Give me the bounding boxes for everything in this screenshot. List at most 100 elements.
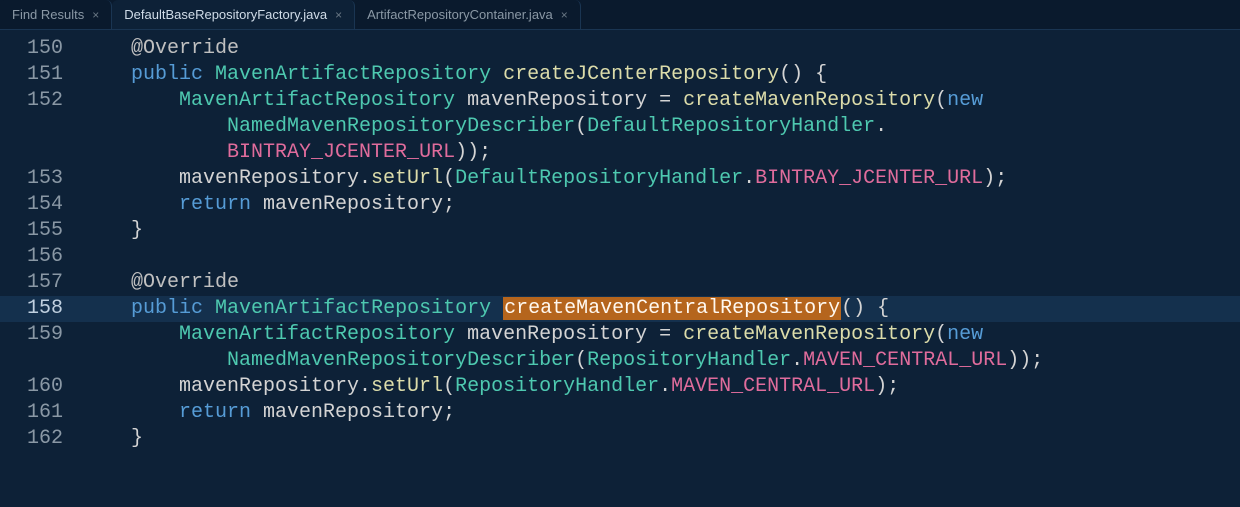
line-number: 152 bbox=[0, 88, 75, 114]
code-token: public bbox=[131, 297, 203, 320]
code-token: setUrl bbox=[371, 167, 443, 190]
code-token: ( bbox=[575, 115, 587, 138]
code-line[interactable]: NamedMavenRepositoryDescriber(Repository… bbox=[75, 348, 1240, 374]
line-number bbox=[0, 114, 75, 140]
code-token: ( bbox=[935, 323, 947, 346]
code-line[interactable]: return mavenRepository; bbox=[75, 192, 1240, 218]
code-token: . bbox=[743, 167, 755, 190]
code-token: RepositoryHandler bbox=[455, 375, 659, 398]
code-token bbox=[83, 37, 131, 60]
code-line[interactable]: mavenRepository.setUrl(RepositoryHandler… bbox=[75, 374, 1240, 400]
tab-label: ArtifactRepositoryContainer.java bbox=[367, 7, 553, 22]
code-token bbox=[83, 193, 179, 216]
code-line[interactable]: MavenArtifactRepository mavenRepository … bbox=[75, 88, 1240, 114]
code-token: return bbox=[179, 193, 251, 216]
line-number: 160 bbox=[0, 374, 75, 400]
code-token: public bbox=[131, 63, 203, 86]
code-token: BINTRAY_JCENTER_URL bbox=[755, 167, 983, 190]
line-number-gutter: 150151152153154155156157158159160161162 bbox=[0, 30, 75, 507]
code-token: ( bbox=[935, 89, 947, 112]
code-token: MAVEN_CENTRAL_URL bbox=[671, 375, 875, 398]
code-token bbox=[83, 401, 179, 424]
code-token bbox=[83, 89, 179, 112]
code-token: @Override bbox=[131, 37, 239, 60]
code-token: createMavenRepository bbox=[683, 323, 935, 346]
code-token: ); bbox=[875, 375, 899, 398]
code-token: ( bbox=[575, 349, 587, 372]
line-number: 161 bbox=[0, 400, 75, 426]
code-token bbox=[83, 63, 131, 86]
code-token: MAVEN_CENTRAL_URL bbox=[803, 349, 1007, 372]
code-token: mavenRepository = bbox=[455, 89, 683, 112]
line-number: 156 bbox=[0, 244, 75, 270]
code-line[interactable]: public MavenArtifactRepository createJCe… bbox=[75, 62, 1240, 88]
code-token: )); bbox=[455, 141, 491, 164]
code-token: mavenRepository; bbox=[251, 401, 455, 424]
line-number bbox=[0, 348, 75, 374]
code-token bbox=[83, 115, 227, 138]
code-token: DefaultRepositoryHandler bbox=[587, 115, 875, 138]
tab-find-results[interactable]: Find Results × bbox=[0, 0, 112, 29]
code-token: BINTRAY_JCENTER_URL bbox=[227, 141, 455, 164]
code-token: () { bbox=[779, 63, 827, 86]
code-token: setUrl bbox=[371, 375, 443, 398]
line-number bbox=[0, 140, 75, 166]
code-content[interactable]: @Override public MavenArtifactRepository… bbox=[75, 30, 1240, 507]
code-token: mavenRepository. bbox=[83, 167, 371, 190]
code-token: MavenArtifactRepository bbox=[215, 297, 491, 320]
close-icon[interactable]: × bbox=[335, 8, 342, 22]
code-token: NamedMavenRepositoryDescriber bbox=[227, 115, 575, 138]
code-token: mavenRepository; bbox=[251, 193, 455, 216]
code-token: MavenArtifactRepository bbox=[215, 63, 491, 86]
code-token bbox=[83, 349, 227, 372]
code-token bbox=[203, 297, 215, 320]
editor-area: 150151152153154155156157158159160161162 … bbox=[0, 30, 1240, 507]
code-token: ( bbox=[443, 167, 455, 190]
code-line[interactable]: BINTRAY_JCENTER_URL)); bbox=[75, 140, 1240, 166]
code-token: RepositoryHandler bbox=[587, 349, 791, 372]
code-line[interactable]: public MavenArtifactRepository createMav… bbox=[75, 296, 1240, 322]
tab-bar: Find Results × DefaultBaseRepositoryFact… bbox=[0, 0, 1240, 30]
code-line[interactable]: } bbox=[75, 426, 1240, 452]
code-line[interactable] bbox=[75, 244, 1240, 270]
code-line[interactable]: NamedMavenRepositoryDescriber(DefaultRep… bbox=[75, 114, 1240, 140]
line-number: 155 bbox=[0, 218, 75, 244]
tab-label: DefaultBaseRepositoryFactory.java bbox=[124, 7, 327, 22]
code-token: return bbox=[179, 401, 251, 424]
code-token bbox=[203, 63, 215, 86]
code-line[interactable]: } bbox=[75, 218, 1240, 244]
code-token bbox=[491, 297, 503, 320]
tab-default-base-repository-factory[interactable]: DefaultBaseRepositoryFactory.java × bbox=[112, 0, 355, 29]
code-token: ( bbox=[443, 375, 455, 398]
code-token: MavenArtifactRepository bbox=[179, 89, 455, 112]
close-icon[interactable]: × bbox=[561, 8, 568, 22]
code-token: new bbox=[947, 323, 983, 346]
line-number: 153 bbox=[0, 166, 75, 192]
code-line[interactable]: @Override bbox=[75, 36, 1240, 62]
line-number: 159 bbox=[0, 322, 75, 348]
code-token: ); bbox=[983, 167, 1007, 190]
code-token: NamedMavenRepositoryDescriber bbox=[227, 349, 575, 372]
code-line[interactable]: MavenArtifactRepository mavenRepository … bbox=[75, 322, 1240, 348]
code-token bbox=[83, 297, 131, 320]
code-token bbox=[83, 323, 179, 346]
code-line[interactable]: mavenRepository.setUrl(DefaultRepository… bbox=[75, 166, 1240, 192]
code-token: createMavenRepository bbox=[683, 89, 935, 112]
line-number: 157 bbox=[0, 270, 75, 296]
code-token bbox=[83, 141, 227, 164]
code-token: . bbox=[659, 375, 671, 398]
code-line[interactable]: return mavenRepository; bbox=[75, 400, 1240, 426]
code-token: @Override bbox=[131, 271, 239, 294]
code-token: DefaultRepositoryHandler bbox=[455, 167, 743, 190]
code-token: )); bbox=[1007, 349, 1043, 372]
code-token bbox=[83, 271, 131, 294]
tab-artifact-repository-container[interactable]: ArtifactRepositoryContainer.java × bbox=[355, 0, 581, 29]
code-token: () { bbox=[841, 297, 889, 320]
code-token: mavenRepository = bbox=[455, 323, 683, 346]
line-number: 162 bbox=[0, 426, 75, 452]
line-number: 158 bbox=[0, 296, 75, 322]
code-token: mavenRepository. bbox=[83, 375, 371, 398]
code-line[interactable]: @Override bbox=[75, 270, 1240, 296]
code-token: new bbox=[947, 89, 983, 112]
close-icon[interactable]: × bbox=[92, 8, 99, 22]
